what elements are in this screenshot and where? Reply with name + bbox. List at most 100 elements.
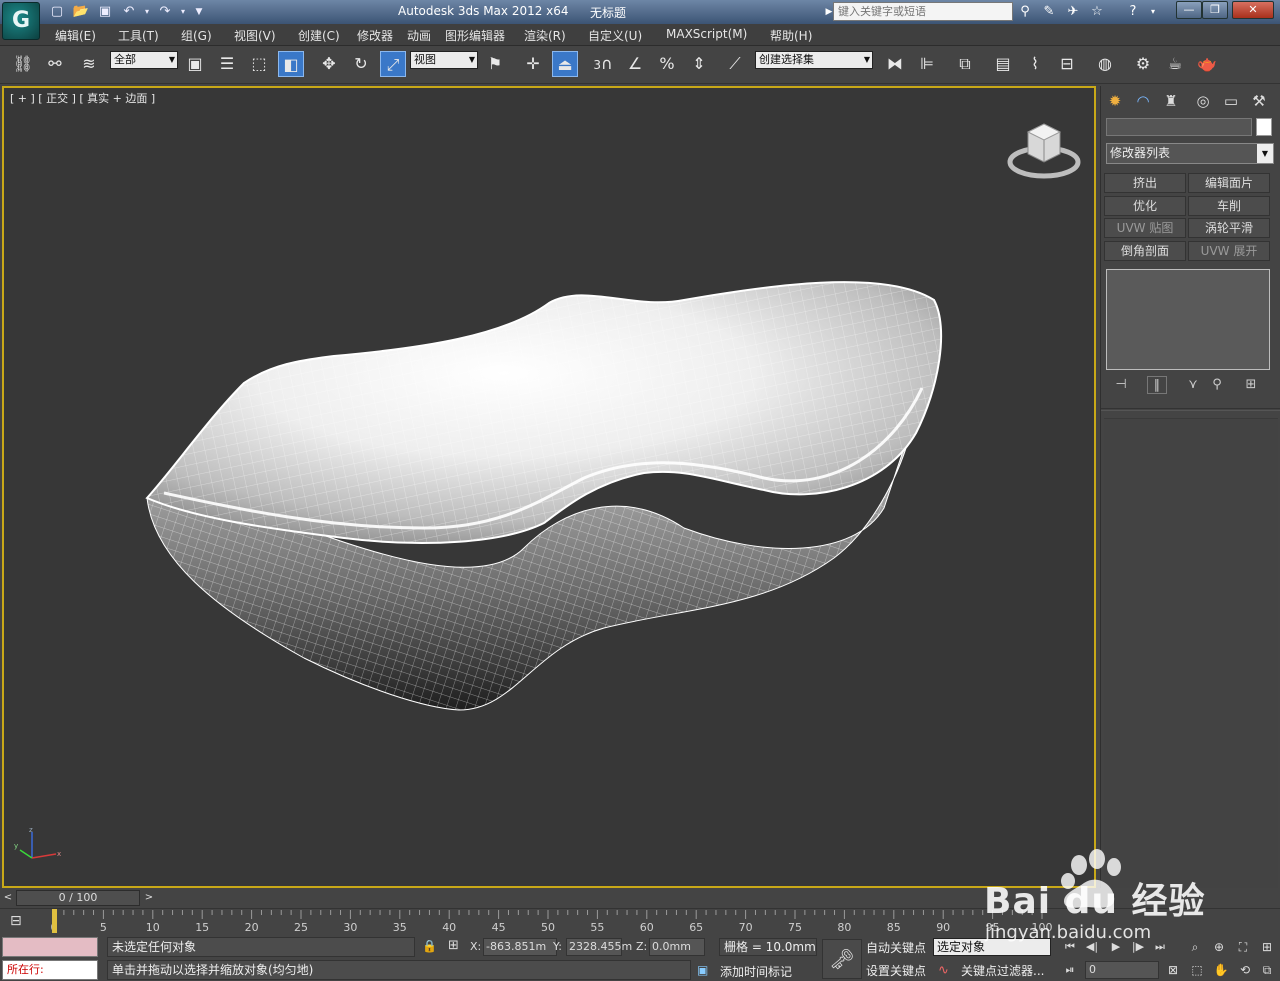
zoom-extents-all-icon[interactable]: ⊞ <box>1258 938 1276 956</box>
make-unique-icon[interactable]: ⋎ <box>1183 376 1203 394</box>
absolute-mode-icon[interactable]: ⊞ <box>448 938 459 953</box>
rectangular-selection-icon[interactable]: ⬚ <box>246 51 272 77</box>
render-production-icon[interactable]: 🫖 <box>1194 51 1220 77</box>
named-selection-sets-select[interactable]: 创建选择集 <box>755 51 873 69</box>
zoom-icon[interactable]: ⌕ <box>1186 938 1204 956</box>
extrude-button[interactable]: 挤出 <box>1104 173 1186 193</box>
move-icon[interactable]: ✥ <box>316 51 342 77</box>
previous-frame-icon[interactable]: < <box>1 890 15 906</box>
customize-quick-access-icon[interactable]: ▼ <box>190 3 208 21</box>
unlink-icon[interactable]: ⚯ <box>42 51 68 77</box>
rotate-icon[interactable]: ↻ <box>348 51 374 77</box>
x-coordinate-field[interactable]: -863.851m <box>483 938 557 956</box>
hierarchy-tab-icon[interactable]: ♜ <box>1159 90 1183 112</box>
percent-snap-icon[interactable]: % <box>654 51 680 77</box>
remove-modifier-icon[interactable]: ⚲ <box>1207 376 1227 394</box>
zoom-extents-icon[interactable]: ⛶ <box>1234 938 1252 956</box>
lathe-button[interactable]: 车削 <box>1188 196 1270 216</box>
search-input[interactable] <box>833 2 1013 21</box>
bind-spacewarp-icon[interactable]: ≋ <box>76 51 102 77</box>
rendered-frame-window-icon[interactable]: ☕ <box>1162 51 1188 77</box>
turbosmooth-button[interactable]: 涡轮平滑 <box>1188 218 1270 238</box>
menu-graph-editors[interactable]: 图形编辑器 <box>445 27 505 44</box>
orbit-icon[interactable]: ⟲ <box>1236 961 1254 979</box>
menu-customize[interactable]: 自定义(U) <box>588 27 642 44</box>
maxscript-listener-field[interactable] <box>2 937 98 957</box>
spinner-snap-icon[interactable]: ⇕ <box>686 51 712 77</box>
communication-icon[interactable]: ✎ <box>1040 3 1058 21</box>
modifier-stack[interactable] <box>1106 269 1270 370</box>
undo-icon[interactable]: ↶ <box>120 3 138 21</box>
optimize-button[interactable]: 优化 <box>1104 196 1186 216</box>
help-dropdown-icon[interactable]: ▾ <box>1144 3 1162 21</box>
graphite-tools-icon[interactable]: ▤ <box>990 51 1016 77</box>
window-crossing-icon[interactable]: ◧ <box>278 51 304 77</box>
link-icon[interactable]: ⛓ <box>10 51 36 77</box>
open-icon[interactable]: 📂 <box>72 3 90 21</box>
edit-named-selection-icon[interactable]: ⟋ <box>722 51 748 77</box>
scale-icon[interactable]: ⤢ <box>380 51 406 77</box>
show-end-result-icon[interactable]: ∥ <box>1147 376 1167 394</box>
menu-tools[interactable]: 工具(T) <box>118 27 159 44</box>
create-tab-icon[interactable]: ✹ <box>1103 90 1127 112</box>
zoom-all-icon[interactable]: ⊕ <box>1210 938 1228 956</box>
menu-create[interactable]: 创建(C) <box>298 27 340 44</box>
configure-modifier-sets-icon[interactable]: ⊞ <box>1241 376 1261 394</box>
perspective-viewport[interactable]: [ + ] [ 正交 ] [ 真实 + 边面 ] z x y <box>2 86 1096 888</box>
z-coordinate-field[interactable]: 0.0mm <box>649 938 705 956</box>
modify-tab-icon[interactable]: ◠ <box>1131 90 1155 112</box>
current-frame-field[interactable]: 0 <box>1085 961 1159 979</box>
selection-filter-select[interactable]: 全部 <box>110 51 178 69</box>
menu-modifiers[interactable]: 修改器 <box>357 27 393 44</box>
lock-icon[interactable]: 🔒 <box>422 939 437 953</box>
select-manipulate-icon[interactable]: ✛ <box>520 51 546 77</box>
uvw-map-button[interactable]: UVW 贴图 <box>1104 218 1186 238</box>
mirror-icon[interactable]: ⧓ <box>882 51 908 77</box>
key-filters-button[interactable]: 关键点过滤器... <box>961 962 1044 979</box>
menu-rendering[interactable]: 渲染(R) <box>524 27 566 44</box>
angle-snap-icon[interactable]: ∠ <box>622 51 648 77</box>
menu-help[interactable]: 帮助(H) <box>770 27 812 44</box>
app-menu-button[interactable]: G <box>2 2 40 40</box>
menu-maxscript[interactable]: MAXScript(M) <box>666 27 747 41</box>
go-to-end-icon[interactable]: ⏭ <box>1152 939 1168 955</box>
reference-coordinate-select[interactable]: 视图 <box>410 51 478 69</box>
unwrap-uvw-button[interactable]: UVW 展开 <box>1188 241 1270 261</box>
curve-editor-icon[interactable]: ⌇ <box>1022 51 1048 77</box>
save-icon[interactable]: ▣ <box>96 3 114 21</box>
time-tag-icon[interactable]: ▣ <box>697 963 708 977</box>
pivot-center-icon[interactable]: ⚑ <box>482 51 508 77</box>
new-icon[interactable]: ▢ <box>48 3 66 21</box>
help-icon[interactable]: ? <box>1124 3 1142 21</box>
y-coordinate-field[interactable]: 2328.455m <box>566 938 632 956</box>
motion-tab-icon[interactable]: ◎ <box>1191 90 1215 112</box>
menu-animation[interactable]: 动画 <box>407 27 431 44</box>
keyboard-shortcut-override-icon[interactable]: ⏏ <box>552 51 578 77</box>
key-icon[interactable]: 🗝 <box>822 939 862 979</box>
next-frame-icon[interactable]: > <box>142 890 156 906</box>
material-editor-icon[interactable]: ◍ <box>1092 51 1118 77</box>
align-icon[interactable]: ⊫ <box>914 51 940 77</box>
subscription-icon[interactable]: ✈ <box>1064 3 1082 21</box>
pin-stack-icon[interactable]: ⊣ <box>1111 376 1131 394</box>
schematic-view-icon[interactable]: ⊟ <box>1054 51 1080 77</box>
bevel-profile-button[interactable]: 倒角剖面 <box>1104 241 1186 261</box>
time-slider-thumb[interactable]: 0 / 100 <box>16 890 140 906</box>
maxscript-line-field[interactable]: 所在行: <box>2 960 98 980</box>
maximize-viewport-icon[interactable]: ⧉ <box>1258 961 1276 979</box>
select-by-name-icon[interactable]: ☰ <box>214 51 240 77</box>
redo-icon[interactable]: ↷ <box>156 3 174 21</box>
region-zoom-icon[interactable]: ⬚ <box>1188 961 1206 979</box>
menu-edit[interactable]: 编辑(E) <box>55 27 96 44</box>
snap-toggle-icon[interactable]: 3∩ <box>590 51 616 77</box>
display-tab-icon[interactable]: ▭ <box>1219 90 1243 112</box>
current-frame-marker[interactable] <box>52 909 57 933</box>
set-key-button[interactable]: 设置关键点 <box>866 962 930 980</box>
viewcube-icon[interactable] <box>1006 118 1082 182</box>
auto-key-button[interactable]: 自动关键点 <box>866 939 930 957</box>
object-color-swatch[interactable] <box>1256 118 1272 136</box>
minimize-button[interactable]: — <box>1176 1 1202 19</box>
modifier-list-select[interactable]: 修改器列表 ▼ <box>1106 143 1274 164</box>
layer-manager-icon[interactable]: ⧉ <box>952 51 978 77</box>
undo-dropdown-icon[interactable]: ▾ <box>138 3 156 21</box>
